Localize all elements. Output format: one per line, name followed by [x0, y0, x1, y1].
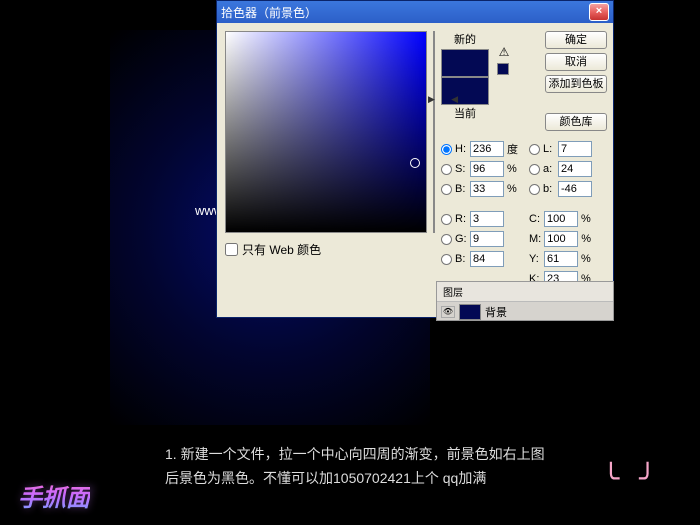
layer-name: 背景 [485, 304, 507, 320]
input-b2[interactable] [558, 181, 592, 197]
layer-thumbnail [459, 304, 481, 320]
radio-b2[interactable] [529, 184, 540, 195]
unit-c: % [581, 213, 593, 225]
input-r[interactable] [470, 211, 504, 227]
brand-logo: 手抓面 [18, 478, 90, 513]
label-s: S: [455, 163, 467, 175]
radio-l[interactable] [529, 144, 540, 155]
web-only-checkbox-label[interactable]: 只有 Web 颜色 [225, 241, 427, 258]
dialog-title: 拾色器（前景色） [221, 4, 317, 21]
input-a[interactable] [558, 161, 592, 177]
titlebar[interactable]: 拾色器（前景色） × [217, 1, 613, 23]
unit-m: % [581, 233, 593, 245]
radio-g[interactable] [441, 234, 452, 245]
gamut-warning-swatch[interactable] [497, 63, 509, 75]
color-picker-dialog: 拾色器（前景色） × 只有 Web 颜色 ▶◀ 新的 当前 [216, 0, 614, 318]
unit-y: % [581, 253, 593, 265]
radio-bb[interactable] [441, 254, 452, 265]
input-s[interactable] [470, 161, 504, 177]
unit-s: % [507, 163, 519, 175]
label-l: L: [543, 143, 555, 155]
gamut-warning-icon[interactable]: ⚠ [497, 45, 511, 59]
input-g[interactable] [470, 231, 504, 247]
color-field[interactable] [225, 31, 427, 233]
new-color-label: 新的 [454, 31, 476, 47]
picker-cursor [410, 158, 420, 168]
visibility-icon[interactable]: 👁 [441, 306, 455, 318]
label-bv: B: [455, 183, 467, 195]
caption-line1: 1. 新建一个文件，拉一个中心向四周的渐变，前景色如右上图 [165, 442, 615, 466]
hue-slider[interactable]: ▶◀ [433, 31, 435, 233]
input-bv[interactable] [470, 181, 504, 197]
radio-s[interactable] [441, 164, 452, 175]
radio-h[interactable] [441, 144, 452, 155]
label-h: H: [455, 143, 467, 155]
label-a: a: [543, 163, 555, 175]
web-only-checkbox[interactable] [225, 243, 238, 256]
layer-row[interactable]: 👁 背景 [437, 302, 613, 322]
hue-slider-thumb[interactable]: ▶◀ [428, 94, 458, 105]
layers-tab[interactable]: 图层 [437, 282, 613, 302]
radio-r[interactable] [441, 214, 452, 225]
new-color-swatch [441, 49, 489, 77]
close-button[interactable]: × [589, 3, 609, 21]
label-g: G: [455, 233, 467, 245]
unit-bv: % [507, 183, 519, 195]
current-color-label: 当前 [454, 105, 476, 121]
web-only-text: 只有 Web 颜色 [242, 241, 321, 258]
input-m[interactable] [544, 231, 578, 247]
input-h[interactable] [470, 141, 504, 157]
cancel-button[interactable]: 取消 [545, 53, 607, 71]
add-swatch-button[interactable]: 添加到色板 [545, 75, 607, 93]
unit-h: 度 [507, 141, 519, 157]
radio-bv[interactable] [441, 184, 452, 195]
label-b2: b: [543, 183, 555, 195]
input-l[interactable] [558, 141, 592, 157]
instruction-text: 1. 新建一个文件，拉一个中心向四周的渐变，前景色如右上图 后景色为黑色。不懂可… [165, 442, 615, 490]
label-c: C: [529, 213, 541, 225]
label-y: Y: [529, 253, 541, 265]
layers-panel[interactable]: 图层 👁 背景 [436, 281, 614, 321]
input-bb[interactable] [470, 251, 504, 267]
label-m: M: [529, 233, 541, 245]
radio-a[interactable] [529, 164, 540, 175]
color-library-button[interactable]: 颜色库 [545, 113, 607, 131]
ok-button[interactable]: 确定 [545, 31, 607, 49]
input-c[interactable] [544, 211, 578, 227]
emoticon: ╰ ╯ [603, 462, 663, 495]
label-r: R: [455, 213, 467, 225]
caption-line2: 后景色为黑色。不懂可以加1050702421上个 qq加满 [165, 466, 615, 490]
label-bb: B: [455, 253, 467, 265]
input-y[interactable] [544, 251, 578, 267]
